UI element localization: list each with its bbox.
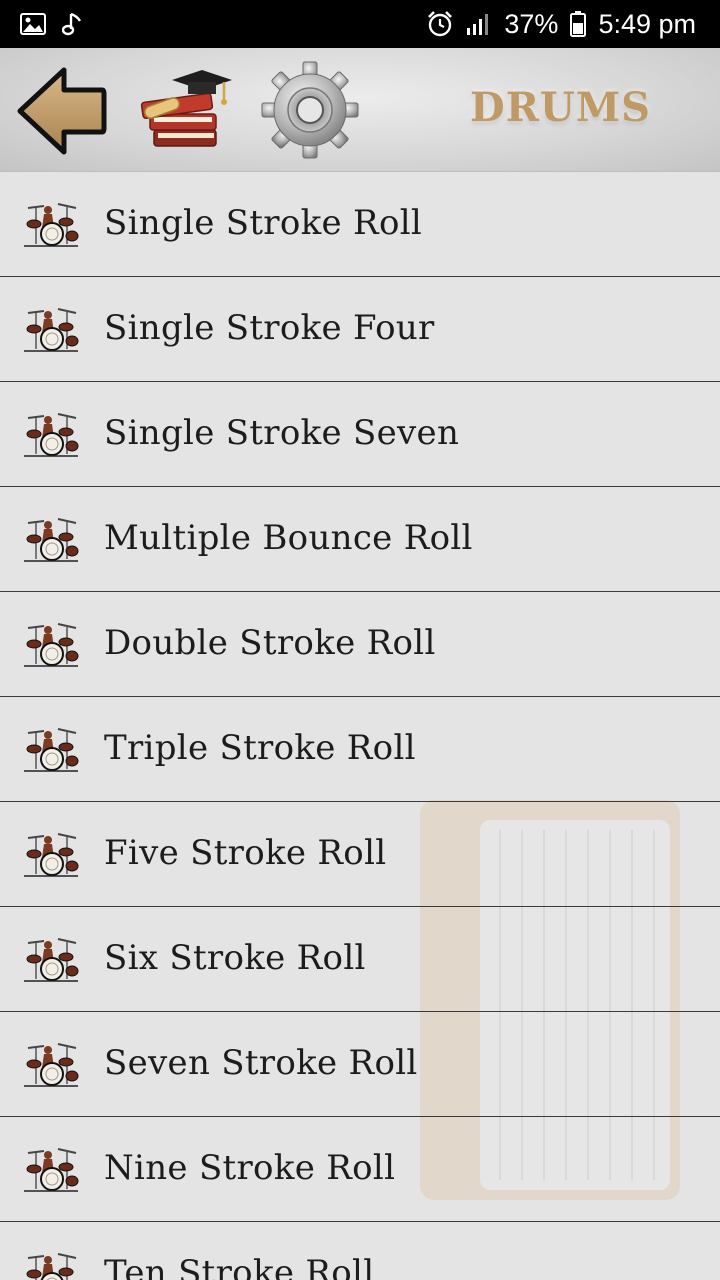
drum-kit-icon: [26, 1253, 77, 1280]
rudiment-list: Single Stroke Roll Single Stroke Four Si…: [0, 172, 720, 1280]
list-item-label: Ten Stroke Roll: [104, 1253, 375, 1280]
drum-kit-icon: [24, 938, 79, 982]
list-item-1[interactable]: Single Stroke Roll: [0, 172, 720, 277]
list-item-10[interactable]: Nine Stroke Roll: [0, 1117, 720, 1222]
status-right: 37% 5:49 pm: [426, 9, 696, 40]
music-note-icon: [62, 11, 84, 37]
list-item-label: Triple Stroke Roll: [104, 728, 416, 769]
list-item-label: Seven Stroke Roll: [104, 1043, 418, 1084]
list-item-label: Single Stroke Four: [104, 308, 435, 349]
drum-kit-icon: [24, 728, 79, 772]
list-item-3[interactable]: Single Stroke Seven: [0, 382, 720, 487]
status-bar: 37% 5:49 pm: [0, 0, 720, 48]
list-item-label: Five Stroke Roll: [104, 833, 387, 874]
signal-icon: [466, 12, 492, 36]
list-item-label: Multiple Bounce Roll: [104, 518, 473, 559]
drum-kit-icon: [24, 833, 79, 877]
back-button[interactable]: [16, 66, 108, 156]
list-item-label: Nine Stroke Roll: [104, 1148, 396, 1189]
back-arrow-icon: [17, 67, 107, 155]
battery-percent: 37%: [504, 8, 559, 39]
list-item-7[interactable]: Five Stroke Roll: [0, 802, 720, 907]
list-item-6[interactable]: Triple Stroke Roll: [0, 697, 720, 802]
drum-kit-icon: [24, 518, 79, 562]
list-item-11[interactable]: Ten Stroke Roll: [0, 1222, 720, 1280]
drum-kit-icon: [24, 623, 79, 667]
list-item-9[interactable]: Seven Stroke Roll: [0, 1012, 720, 1117]
list-item-label: Six Stroke Roll: [104, 938, 366, 979]
drum-kit-icon: [24, 413, 79, 457]
drum-kit-icon: [24, 1148, 79, 1192]
drum-kit-icon: [24, 1043, 79, 1087]
settings-button[interactable]: [260, 60, 360, 160]
page-title: DRUMS: [470, 84, 651, 131]
list-item-label: Single Stroke Roll: [104, 203, 423, 244]
alarm-icon: [426, 10, 454, 38]
drum-kit-icon: [24, 308, 79, 352]
list-item-label: Single Stroke Seven: [104, 413, 460, 454]
list-item-label: Double Stroke Roll: [104, 623, 436, 664]
list-item-2[interactable]: Single Stroke Four: [0, 277, 720, 382]
list-item-4[interactable]: Multiple Bounce Roll: [0, 487, 720, 592]
list-item-8[interactable]: Six Stroke Roll: [0, 907, 720, 1012]
list-item-5[interactable]: Double Stroke Roll: [0, 592, 720, 697]
toolbar: DRUMS: [0, 48, 720, 172]
gear-icon: [261, 61, 359, 159]
image-icon: [20, 13, 46, 35]
drum-kit-icon: [24, 203, 79, 247]
clock: 5:49 pm: [598, 8, 696, 39]
books-graduation-icon: [140, 70, 232, 147]
books-button[interactable]: [136, 66, 236, 156]
status-left: [20, 11, 84, 37]
battery-icon: [570, 11, 587, 37]
